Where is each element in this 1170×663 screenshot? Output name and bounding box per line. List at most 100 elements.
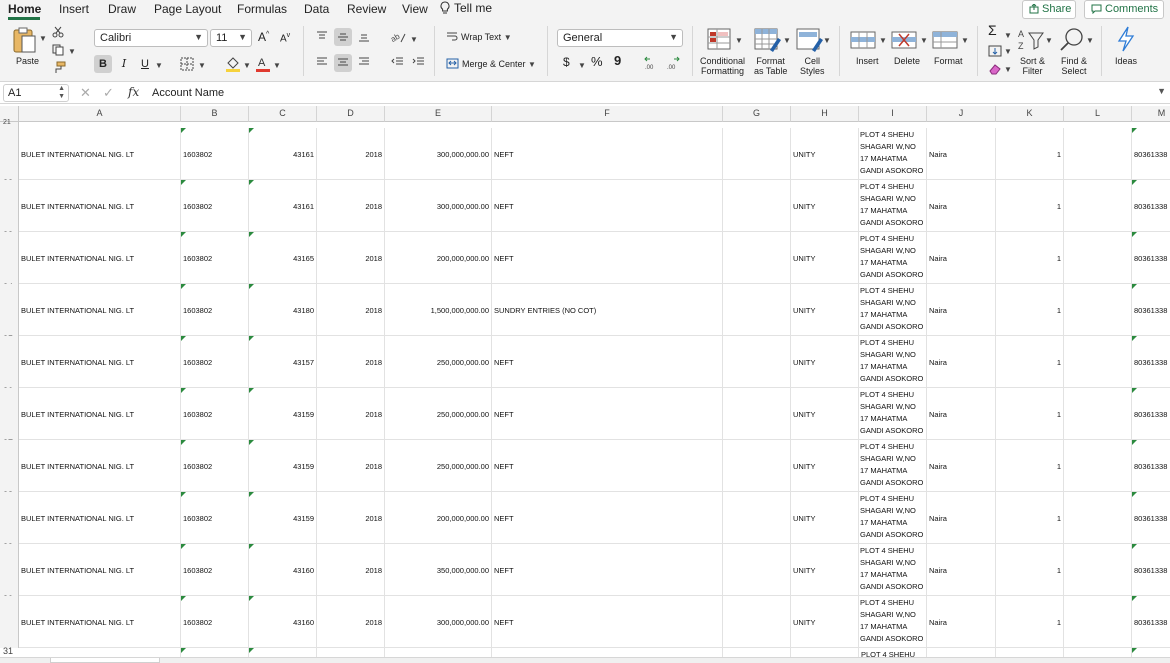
cell-e[interactable]: 250,000,000.00	[385, 388, 492, 440]
cell-i[interactable]: PLOT 4 SHEHU SHAGARI W,NO 17 MAHATMA GAN…	[859, 544, 927, 596]
cell-j[interactable]: Naira	[927, 492, 996, 544]
insert-function-button[interactable]: fx	[128, 85, 139, 99]
cell-a[interactable]: BULET INTERNATIONAL NIG. LT	[19, 388, 181, 440]
cell-g[interactable]	[723, 544, 791, 596]
cell-l[interactable]	[1064, 492, 1132, 544]
cell-f[interactable]: NEFT	[492, 544, 723, 596]
comments-button[interactable]: Comments	[1084, 0, 1164, 19]
cell-a[interactable]: BULET INTERNATIONAL NIG. LT	[19, 440, 181, 492]
fill-chevron-down-icon[interactable]: ▼	[1004, 47, 1012, 57]
increase-font-icon[interactable]: A^	[258, 30, 269, 43]
cell-b[interactable]: 1603802	[181, 596, 249, 648]
cell-c[interactable]: 43160	[249, 596, 317, 648]
cell-f[interactable]	[492, 648, 723, 657]
cell-k[interactable]: 1	[996, 336, 1064, 388]
row-header[interactable]: 31	[0, 596, 19, 656]
cell-h[interactable]: UNITY	[791, 440, 859, 492]
tab-insert[interactable]: Insert	[59, 2, 89, 16]
cell-i[interactable]: PLOT 4 SHEHU SHAGARI W,NO 17 MAHATMA GAN…	[859, 284, 927, 336]
cell-h[interactable]: UNITY	[791, 128, 859, 180]
cell-h[interactable]: UNITY	[791, 388, 859, 440]
cell-l[interactable]	[1064, 596, 1132, 648]
format-painter-icon[interactable]	[52, 61, 66, 75]
table-row[interactable]: BULET INTERNATIONAL NIG. LT 1603802 43160 2…	[19, 544, 1170, 596]
cell-l[interactable]	[1064, 648, 1132, 657]
cell-c[interactable]: 43161	[249, 128, 317, 180]
find-chevron-down-icon[interactable]: ▼	[1086, 36, 1094, 46]
cell-h[interactable]: UNITY	[791, 284, 859, 336]
cell-d[interactable]: 2018	[317, 544, 385, 596]
cell-h[interactable]: UNITY	[791, 180, 859, 232]
column-header-l[interactable]: L	[1064, 106, 1132, 122]
cell-f[interactable]: NEFT	[492, 128, 723, 180]
cell-k[interactable]: 1	[996, 232, 1064, 284]
autosum-chevron-down-icon[interactable]: ▼	[1004, 31, 1012, 41]
cell-l[interactable]	[1064, 284, 1132, 336]
row-header[interactable]: 27	[0, 388, 19, 448]
cell-l[interactable]	[1064, 180, 1132, 232]
cell-m[interactable]: 80361338	[1132, 388, 1170, 440]
row-header[interactable]: 23	[0, 180, 19, 240]
cell-g[interactable]	[723, 284, 791, 336]
wrap-text-button[interactable]: Wrap Text ▼	[446, 32, 512, 43]
cell-g[interactable]	[723, 232, 791, 284]
format-button-label[interactable]: Format	[934, 56, 963, 66]
decrease-decimal-icon[interactable]: .00	[665, 56, 681, 70]
confirm-formula-icon[interactable]: ✓	[103, 85, 114, 101]
cell-b[interactable]: 1603802	[181, 388, 249, 440]
column-header-g[interactable]: G	[723, 106, 791, 122]
format-table-chevron-down-icon[interactable]: ▼	[783, 36, 791, 46]
cell-k[interactable]: 1	[996, 284, 1064, 336]
cell-f[interactable]: SUNDRY ENTRIES (NO COT)	[492, 284, 723, 336]
cell-f[interactable]: NEFT	[492, 492, 723, 544]
name-box[interactable]: A1 ▲ ▼	[3, 84, 69, 102]
cell-c[interactable]: 43180	[249, 284, 317, 336]
expand-formula-chevron-down-icon[interactable]: ▼	[1157, 86, 1166, 96]
currency-button[interactable]: $	[563, 56, 570, 68]
merge-center-button[interactable]: Merge & Center ▼	[446, 58, 536, 70]
conditional-formatting-label[interactable]: Conditional Formatting	[700, 56, 745, 76]
cell-e[interactable]	[385, 648, 492, 657]
decrease-indent-icon[interactable]	[391, 57, 404, 67]
align-bottom-icon[interactable]	[358, 33, 370, 43]
share-button[interactable]: Share	[1022, 0, 1076, 19]
cancel-formula-icon[interactable]: ✕	[80, 85, 91, 101]
cell-j[interactable]	[927, 648, 996, 657]
column-header-e[interactable]: E	[385, 106, 492, 122]
conditional-chevron-down-icon[interactable]: ▼	[735, 36, 743, 46]
borders-chevron-down-icon[interactable]: ▼	[198, 61, 206, 71]
cell-i[interactable]: PLOT 4 SHEHU SHAGARI W,NO 17 MAHATMA GAN…	[859, 388, 927, 440]
table-row[interactable]: BULET INTERNATIONAL NIG. LT 1603802 43161 2…	[19, 180, 1170, 232]
delete-button-label[interactable]: Delete	[894, 56, 920, 66]
cell-d[interactable]: 2018	[317, 388, 385, 440]
currency-chevron-down-icon[interactable]: ▼	[578, 61, 586, 71]
fill-down-icon[interactable]	[988, 45, 1002, 57]
format-chevron-down-icon[interactable]: ▼	[961, 36, 969, 46]
cell-a[interactable]: BULET INTERNATIONAL NIG. LT	[19, 596, 181, 648]
cell-a[interactable]: BULET INTERNATIONAL NIG. LT	[19, 232, 181, 284]
cell-styles-label[interactable]: Cell Styles	[800, 56, 825, 76]
cell-m[interactable]: 80361338	[1132, 544, 1170, 596]
cell-a[interactable]: BULET INTERNATIONAL NIG. LT	[19, 128, 181, 180]
cell-g[interactable]	[723, 388, 791, 440]
cell-i[interactable]: PLOT 4 SHEHU SHAGARI W,NO 17 MAHATMA GAN…	[859, 440, 927, 492]
cell-e[interactable]: 300,000,000.00	[385, 596, 492, 648]
row-header[interactable]: 29	[0, 492, 19, 552]
cell-e[interactable]: 1,500,000,000.00	[385, 284, 492, 336]
cell-e[interactable]: 250,000,000.00	[385, 440, 492, 492]
cell-i[interactable]: PLOT 4 SHEHU SHAGARI W,NO 17 MAHATMA GAN…	[859, 180, 927, 232]
cell-g[interactable]	[723, 128, 791, 180]
cell-g[interactable]	[723, 180, 791, 232]
table-row[interactable]: BULET INTERNATIONAL NIG. LT 1603802 43159 2…	[19, 492, 1170, 544]
cell-h[interactable]	[791, 648, 859, 657]
table-row[interactable]: BULET INTERNATIONAL NIG. LT 1603802 43165 2…	[19, 232, 1170, 284]
sort-chevron-down-icon[interactable]: ▼	[1045, 36, 1053, 46]
cell-f[interactable]: NEFT	[492, 440, 723, 492]
cell-k[interactable]: 1	[996, 180, 1064, 232]
cell-d[interactable]: 2018	[317, 596, 385, 648]
cell-d[interactable]	[317, 648, 385, 657]
cell-b[interactable]: 1603802	[181, 128, 249, 180]
cell-j[interactable]: Naira	[927, 336, 996, 388]
paste-button-label[interactable]: Paste	[16, 56, 39, 66]
cell-m[interactable]: 80361338	[1132, 440, 1170, 492]
